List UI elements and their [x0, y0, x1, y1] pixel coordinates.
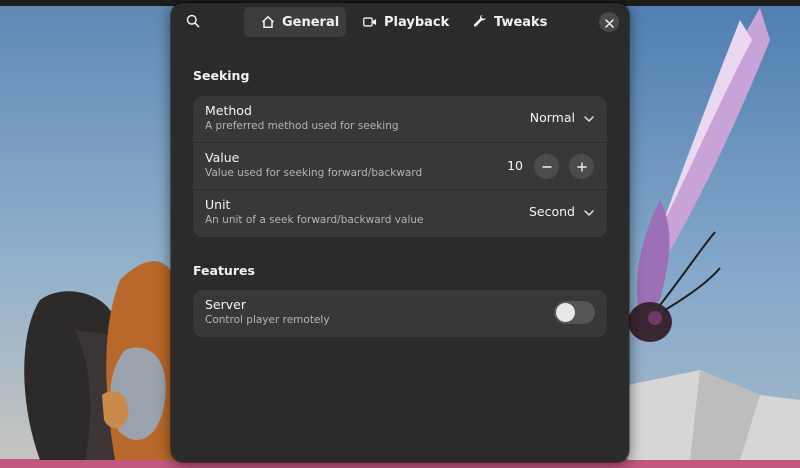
preferences-dialog: General Playback Tweaks Seeking Method A… [171, 3, 629, 462]
seeking-section-title: Seeking [193, 68, 250, 83]
features-section-title: Features [193, 263, 255, 278]
unit-dropdown-value: Second [528, 204, 575, 219]
minus-icon [541, 157, 552, 176]
seeking-group: Method A preferred method used for seeki… [193, 96, 607, 237]
tab-general[interactable]: General [244, 7, 346, 37]
tab-general-label: General [282, 14, 340, 30]
method-dropdown[interactable]: Normal [530, 110, 594, 125]
chevron-down-icon [584, 110, 594, 125]
method-dropdown-value: Normal [529, 110, 575, 125]
server-title: Server [205, 297, 246, 312]
tab-playback-label: Playback [384, 14, 450, 30]
unit-dropdown[interactable]: Second [529, 204, 594, 219]
toggle-knob [556, 303, 575, 322]
plus-icon [576, 157, 587, 176]
video-camera-icon [363, 15, 377, 29]
wrench-icon [473, 15, 487, 29]
seek-value-display[interactable]: 10 [507, 158, 523, 173]
unit-title: Unit [205, 197, 231, 212]
tab-playback[interactable]: Playback [346, 7, 452, 37]
dialog-header: General Playback Tweaks [171, 3, 629, 41]
server-subtitle: Control player remotely [205, 314, 330, 326]
search-button[interactable] [181, 10, 205, 34]
decrement-button[interactable] [534, 154, 559, 179]
tab-tweaks-label: Tweaks [494, 14, 548, 30]
method-title: Method [205, 103, 252, 118]
tab-tweaks[interactable]: Tweaks [456, 7, 550, 37]
value-subtitle: Value used for seeking forward/backward [205, 167, 423, 179]
close-icon [604, 13, 614, 32]
unit-subtitle: An unit of a seek forward/backward value [205, 214, 424, 226]
method-row: Method A preferred method used for seeki… [193, 96, 607, 143]
method-subtitle: A preferred method used for seeking [205, 120, 399, 132]
unit-row: Unit An unit of a seek forward/backward … [193, 190, 607, 237]
search-icon [186, 13, 200, 32]
close-button[interactable] [599, 12, 619, 32]
home-icon [261, 15, 275, 29]
server-row: Server Control player remotely [193, 290, 607, 337]
features-group: Server Control player remotely [193, 290, 607, 337]
server-toggle[interactable] [554, 301, 595, 324]
increment-button[interactable] [569, 154, 594, 179]
chevron-down-icon [584, 204, 594, 219]
value-row: Value Value used for seeking forward/bac… [193, 143, 607, 190]
value-title: Value [205, 150, 240, 165]
